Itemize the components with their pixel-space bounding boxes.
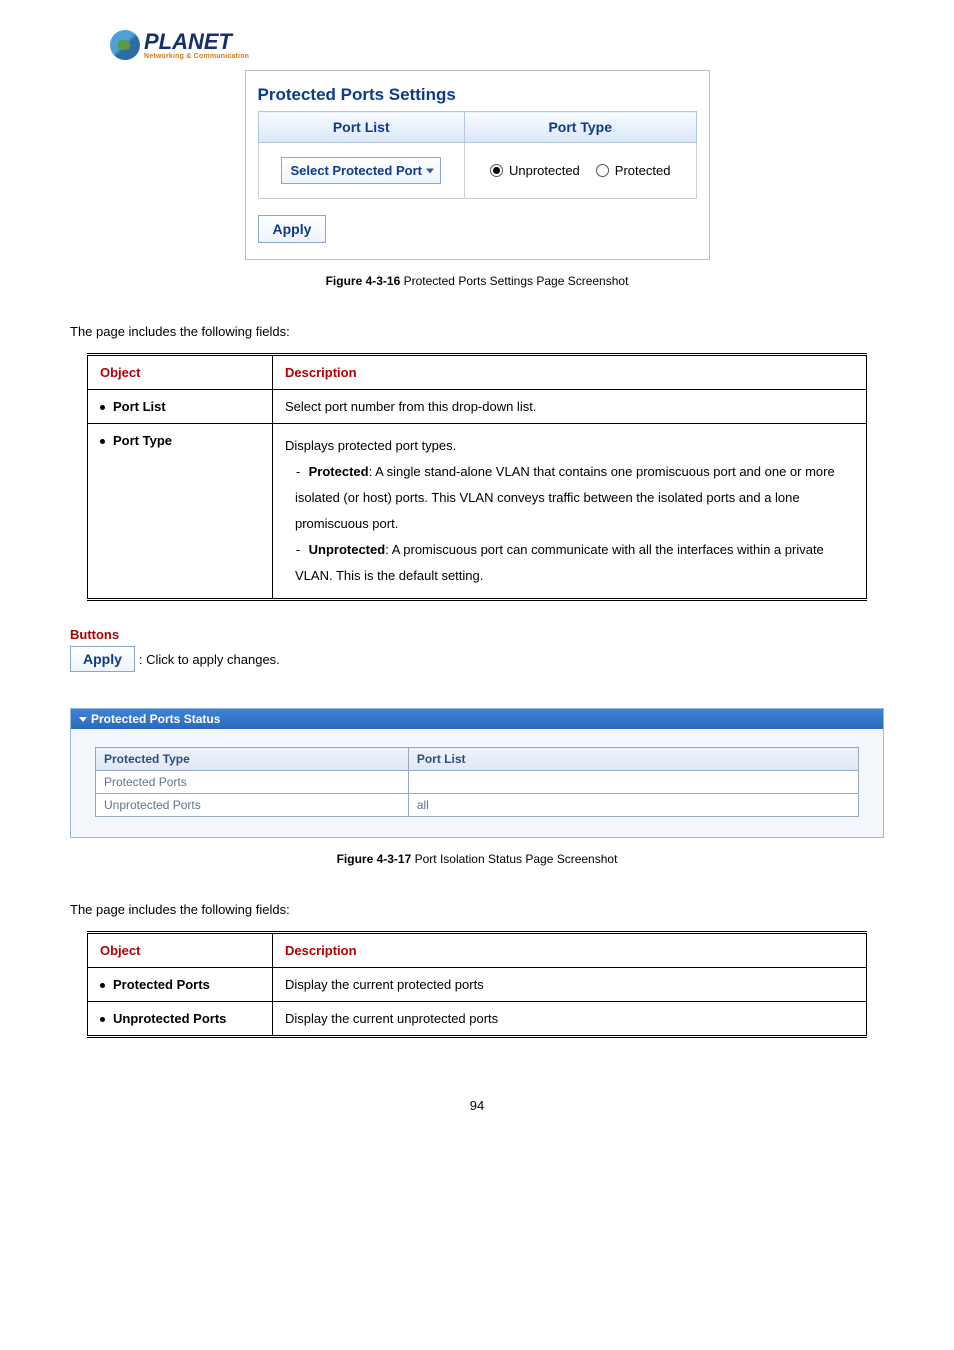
row-protected-label: Protected Ports: [96, 771, 409, 794]
desc-port-type-line1: Displays protected port types.: [285, 433, 854, 459]
dash-icon: -: [295, 459, 305, 485]
apply-button[interactable]: Apply: [258, 215, 327, 243]
protected-ports-status-panel: Protected Ports Status Protected Type Po…: [70, 708, 884, 838]
th-object-1: Object: [88, 355, 273, 390]
th-description-2: Description: [273, 933, 867, 968]
buttons-header: Buttons: [70, 627, 904, 642]
field-description-table-2: Object Description Protected Ports Displ…: [87, 931, 867, 1038]
status-col-list: Port List: [408, 748, 858, 771]
status-col-type: Protected Type: [96, 748, 409, 771]
apply-button-badge[interactable]: Apply: [70, 646, 135, 672]
radio-unprotected[interactable]: [490, 164, 503, 177]
desc-protected-ports: Display the current protected ports: [273, 968, 867, 1002]
select-protected-port-dropdown[interactable]: Select Protected Port: [281, 157, 441, 184]
obj-port-list: Port List: [100, 399, 260, 414]
desc-port-type: Displays protected port types. - Protect…: [273, 424, 867, 600]
status-panel-title: Protected Ports Status: [91, 712, 220, 726]
th-description-1: Description: [273, 355, 867, 390]
radio-protected[interactable]: [596, 164, 609, 177]
brand-logo: PLANET Networking & Communication: [110, 30, 904, 60]
bullet-icon: [100, 439, 105, 444]
row-unprotected-label: Unprotected Ports: [96, 794, 409, 817]
obj-protected-ports-label: Protected Ports: [113, 977, 210, 992]
figure-text-1: Protected Ports Settings Page Screenshot: [400, 274, 628, 288]
col-port-type: Port Type: [464, 112, 696, 143]
unprotected-label: Unprotected: [309, 542, 386, 557]
desc-port-list: Select port number from this drop-down l…: [273, 390, 867, 424]
page-number: 94: [50, 1098, 904, 1113]
brand-text: PLANET: [144, 31, 249, 53]
row-protected-value: [408, 771, 858, 794]
brand-tagline: Networking & Communication: [144, 53, 249, 60]
intro-text-2: The page includes the following fields:: [70, 902, 904, 917]
row-unprotected-value: all: [408, 794, 858, 817]
figure-caption-1: Figure 4-3-16 Protected Ports Settings P…: [50, 274, 904, 288]
bullet-icon: [100, 405, 105, 410]
figure-number-2: Figure 4-3-17: [337, 852, 412, 866]
status-panel-header[interactable]: Protected Ports Status: [71, 709, 883, 729]
field-description-table-1: Object Description Port List Select port…: [87, 353, 867, 601]
radio-unprotected-label: Unprotected: [509, 163, 580, 178]
panel-title: Protected Ports Settings: [258, 85, 697, 105]
obj-port-type-label: Port Type: [113, 433, 172, 448]
figure-text-2: Port Isolation Status Page Screenshot: [411, 852, 617, 866]
obj-unprotected-ports: Unprotected Ports: [100, 1011, 260, 1026]
protected-ports-settings-panel: Protected Ports Settings Port List Port …: [245, 70, 710, 260]
th-object-2: Object: [88, 933, 273, 968]
planet-globe-icon: [110, 30, 140, 60]
obj-unprotected-ports-label: Unprotected Ports: [113, 1011, 226, 1026]
chevron-down-icon: [79, 717, 87, 722]
figure-number-1: Figure 4-3-16: [326, 274, 401, 288]
protected-label: Protected: [309, 464, 369, 479]
figure-caption-2: Figure 4-3-17 Port Isolation Status Page…: [50, 852, 904, 866]
obj-protected-ports: Protected Ports: [100, 977, 260, 992]
obj-port-list-label: Port List: [113, 399, 166, 414]
settings-table: Port List Port Type Select Protected Por…: [258, 111, 697, 199]
status-table: Protected Type Port List Protected Ports…: [95, 747, 859, 817]
bullet-icon: [100, 1017, 105, 1022]
desc-unprotected-ports: Display the current unprotected ports: [273, 1002, 867, 1037]
bullet-icon: [100, 983, 105, 988]
apply-description: : Click to apply changes.: [139, 652, 280, 667]
intro-text-1: The page includes the following fields:: [70, 324, 904, 339]
obj-port-type: Port Type: [100, 433, 260, 448]
radio-protected-label: Protected: [615, 163, 671, 178]
protected-text: : A single stand-alone VLAN that contain…: [295, 464, 835, 531]
col-port-list: Port List: [258, 112, 464, 143]
dash-icon: -: [295, 537, 305, 563]
